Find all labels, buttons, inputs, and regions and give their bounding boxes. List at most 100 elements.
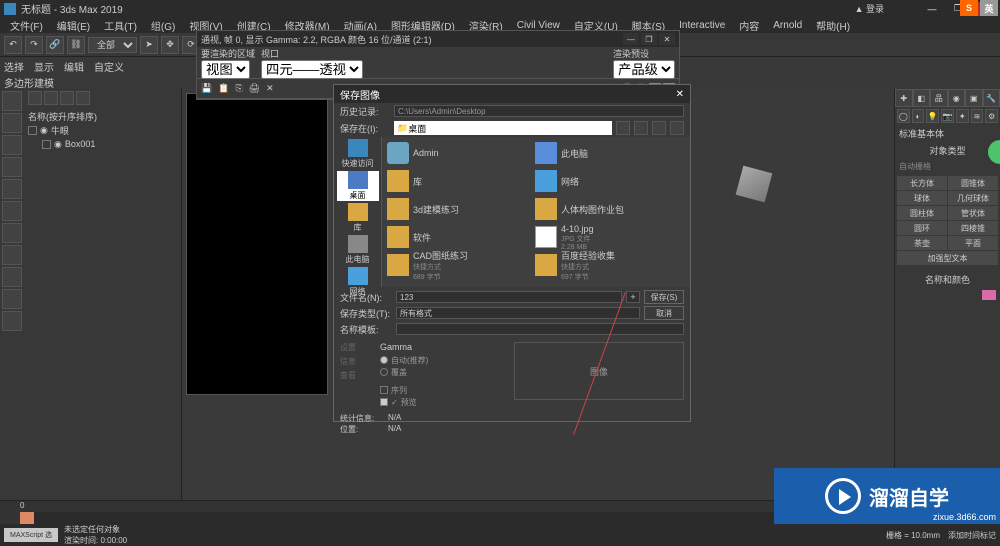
ltool[interactable]: [2, 223, 22, 243]
file-item[interactable]: 3d建模练习: [384, 197, 532, 221]
selection-filter[interactable]: 全部: [88, 37, 137, 53]
add-time-tag[interactable]: 添加时间标记: [948, 530, 996, 541]
move-button[interactable]: ✥: [161, 36, 179, 54]
ltool[interactable]: [2, 113, 22, 133]
menu-group[interactable]: 组(G): [145, 18, 181, 33]
sort-header[interactable]: 名称(按升序排序): [28, 109, 177, 123]
prim-box[interactable]: 长方体: [897, 176, 947, 190]
file-item[interactable]: CAD图纸练习快捷方式689 字节: [384, 248, 532, 283]
render-vp-select[interactable]: 四元——透视: [261, 60, 363, 79]
ltool[interactable]: [2, 179, 22, 199]
menu-interactive[interactable]: Interactive: [673, 20, 731, 31]
render-preset-select[interactable]: 产品级: [613, 60, 675, 79]
cancel-button[interactable]: 取消: [644, 306, 684, 320]
ltool[interactable]: [2, 289, 22, 309]
ltool[interactable]: [2, 245, 22, 265]
menu-edit[interactable]: 编辑(E): [51, 18, 96, 33]
prim-sphere[interactable]: 球体: [897, 191, 947, 205]
undo-button[interactable]: ↶: [4, 36, 22, 54]
file-item[interactable]: 此电脑: [532, 141, 680, 165]
prim-cylinder[interactable]: 圆柱体: [897, 206, 947, 220]
cam-cat[interactable]: 📷: [941, 109, 954, 123]
submenu-display[interactable]: 显示: [34, 59, 54, 74]
prim-geosphere[interactable]: 几何球体: [948, 191, 998, 205]
prim-textplus[interactable]: 加强型文本: [897, 251, 998, 265]
menu-arnold[interactable]: Arnold: [767, 20, 808, 31]
place-desktop[interactable]: 桌面: [337, 171, 379, 201]
gamma-auto-radio[interactable]: 自动(推荐): [380, 354, 508, 366]
modify-tab[interactable]: ◧: [913, 89, 931, 107]
copy-image-button[interactable]: 📋: [218, 83, 229, 94]
create-tab[interactable]: ✚: [895, 89, 913, 107]
file-item[interactable]: 库: [384, 169, 532, 193]
file-item[interactable]: 软件: [384, 225, 532, 249]
filename-plus[interactable]: +: [626, 291, 640, 303]
select-button[interactable]: ➤: [140, 36, 158, 54]
view-button2[interactable]: 查看: [340, 370, 374, 382]
unlink-button[interactable]: ⛓: [67, 36, 85, 54]
ltool[interactable]: [2, 311, 22, 331]
ltool[interactable]: [2, 201, 22, 221]
filename-input[interactable]: 123: [396, 291, 622, 303]
place-thispc[interactable]: 此电脑: [337, 235, 379, 265]
render-area-select[interactable]: 视图: [201, 60, 250, 79]
place-library[interactable]: 库: [337, 203, 379, 233]
login-link[interactable]: ▲ 登录: [853, 0, 886, 17]
preview-check[interactable]: ✓ 预览: [380, 396, 508, 408]
space-cat[interactable]: ≋: [971, 109, 984, 123]
menu-tools[interactable]: 工具(T): [98, 18, 143, 33]
tree-root[interactable]: ◉牛眼: [28, 123, 177, 137]
prim-cone[interactable]: 圆锥体: [948, 176, 998, 190]
shape-cat[interactable]: ◐: [912, 109, 925, 123]
newfolder-button[interactable]: [652, 121, 666, 135]
back-button[interactable]: [616, 121, 630, 135]
menu-help[interactable]: 帮助(H): [810, 18, 856, 33]
file-item[interactable]: 网络: [532, 169, 680, 193]
render-close[interactable]: ✕: [659, 33, 675, 45]
info-button[interactable]: 信息: [340, 356, 374, 368]
view-button[interactable]: [670, 121, 684, 135]
ltool[interactable]: [2, 91, 22, 111]
prim-tube[interactable]: 管状体: [948, 206, 998, 220]
place-quickaccess[interactable]: 快速访问: [337, 139, 379, 169]
redo-button[interactable]: ↷: [25, 36, 43, 54]
color-swatch[interactable]: [982, 290, 996, 300]
dialog-close[interactable]: ✕: [676, 89, 684, 100]
menu-content[interactable]: 内容: [733, 18, 765, 33]
viewcube[interactable]: [734, 164, 774, 204]
light-cat[interactable]: 💡: [926, 109, 939, 123]
std-prim-dropdown[interactable]: 标准基本体: [895, 125, 1000, 142]
clear-button[interactable]: ✕: [266, 83, 274, 94]
geom-cat[interactable]: ◯: [897, 109, 910, 123]
filetype-dropdown[interactable]: 所有格式: [396, 307, 640, 319]
save-image-button[interactable]: 💾: [201, 83, 212, 94]
tree-node[interactable]: ◉Box001: [28, 137, 177, 151]
file-item[interactable]: 百度经验收集快捷方式697 字节: [532, 248, 680, 283]
prim-plane[interactable]: 平面: [948, 236, 998, 250]
ime-lang-icon[interactable]: 英: [980, 0, 998, 16]
submenu-edit[interactable]: 编辑: [64, 59, 84, 74]
file-item[interactable]: Admin: [384, 141, 532, 165]
menu-file[interactable]: 文件(F): [4, 18, 49, 33]
maxscript-button[interactable]: MAXScript 选: [4, 528, 58, 542]
clone-button[interactable]: ⎘: [235, 83, 242, 94]
prim-pyramid[interactable]: 四棱锥: [948, 221, 998, 235]
setup-button[interactable]: 设置: [340, 342, 374, 354]
menu-civilview[interactable]: Civil View: [511, 20, 566, 31]
up-button[interactable]: [634, 121, 648, 135]
display-tab[interactable]: ▣: [965, 89, 983, 107]
prim-teapot[interactable]: 茶壶: [897, 236, 947, 250]
ime-sogou-icon[interactable]: S: [960, 0, 978, 16]
submenu-custom[interactable]: 自定义: [94, 59, 124, 74]
file-item[interactable]: 人体构图作业包: [532, 197, 680, 221]
explorer-btn[interactable]: [76, 91, 90, 105]
template-dropdown[interactable]: [396, 323, 684, 335]
save-button[interactable]: 保存(S): [644, 290, 684, 304]
ltool[interactable]: [2, 135, 22, 155]
explorer-btn[interactable]: [28, 91, 42, 105]
ltool[interactable]: [2, 267, 22, 287]
minimize-button[interactable]: —: [920, 2, 944, 16]
poly-modeling-tab[interactable]: 多边形建模: [4, 75, 54, 90]
submenu-select[interactable]: 选择: [4, 59, 24, 74]
sys-cat[interactable]: ⚙: [985, 109, 998, 123]
